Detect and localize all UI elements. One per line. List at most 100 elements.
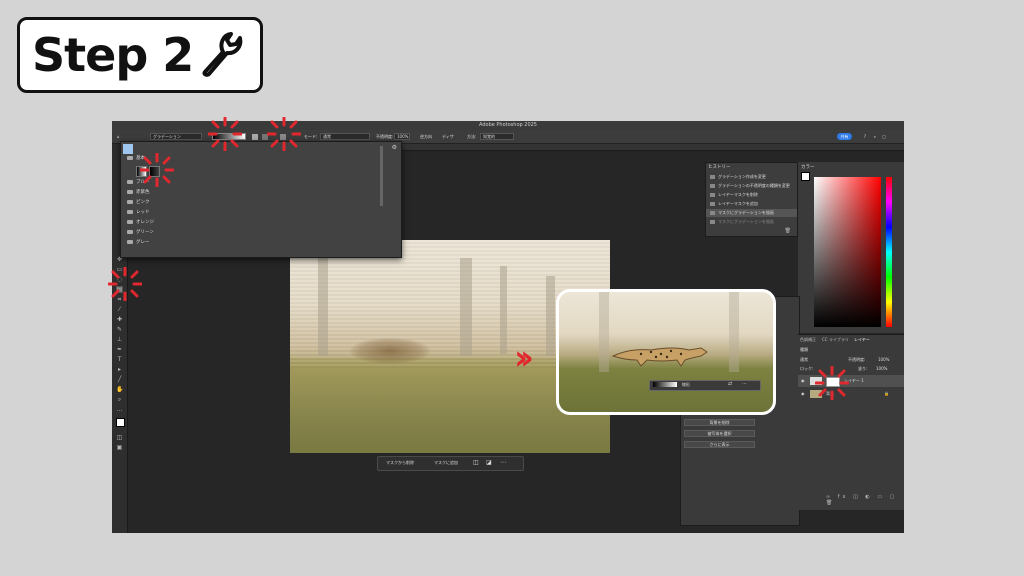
lock-icon: 🔒 bbox=[884, 391, 889, 396]
preset-dropdown[interactable]: グラデーション bbox=[150, 133, 202, 140]
highlight-burst-icon bbox=[208, 117, 242, 151]
fence-post bbox=[500, 266, 507, 354]
layers-panel: 色調補正 CC ライブラリ レイヤー 種類 通常 不透明度: 100% ロック:… bbox=[798, 334, 904, 510]
layer-kind-filter[interactable]: 種類 bbox=[800, 347, 808, 353]
search-icon[interactable]: ⌕ bbox=[874, 133, 876, 140]
eyedropper-tool-icon[interactable]: ⁄ bbox=[116, 306, 123, 313]
method-label: 方法: bbox=[467, 134, 477, 139]
invert-mask-icon[interactable]: ◪ bbox=[486, 459, 492, 466]
healing-tool-icon[interactable]: ✚ bbox=[116, 316, 123, 323]
home-icon[interactable]: ⌂ bbox=[117, 133, 120, 140]
step-badge: Step 2 bbox=[17, 17, 263, 93]
highlight-burst-icon bbox=[267, 117, 301, 151]
share-button[interactable]: 共有 bbox=[837, 133, 852, 140]
layer-opacity-input[interactable]: 100% bbox=[878, 357, 889, 362]
step-label: Step 2 bbox=[32, 28, 194, 82]
folder-pink[interactable]: ピンク bbox=[127, 198, 150, 208]
delete-state-icon[interactable]: 🗑 bbox=[785, 228, 791, 234]
color-picker-field[interactable] bbox=[814, 177, 881, 327]
history-item[interactable]: レイヤーマスクを削除 bbox=[706, 191, 797, 199]
fence-post bbox=[729, 292, 739, 372]
fill-input[interactable]: 100% bbox=[876, 366, 887, 371]
blend-mode-select[interactable]: 通常 bbox=[800, 357, 808, 363]
history-item-undone[interactable]: マスクにグラデーションを描画 bbox=[706, 218, 797, 226]
highlight-burst-icon bbox=[140, 153, 174, 187]
layer-opacity-label: 不透明度: bbox=[848, 357, 866, 362]
color-panel-title: カラー bbox=[801, 165, 815, 170]
layer-row[interactable]: ◉ 背景 🔒 bbox=[798, 388, 904, 400]
zoom-tool-icon[interactable]: ⌕ bbox=[116, 396, 123, 403]
history-title: ヒストリー bbox=[708, 165, 731, 170]
folder-gray[interactable]: グレー bbox=[127, 238, 150, 248]
history-item-selected[interactable]: マスクにグラデーションを描画 bbox=[706, 209, 797, 217]
folder-red[interactable]: レッド bbox=[127, 208, 150, 218]
folder-purple[interactable]: 赤紫色 bbox=[127, 188, 150, 198]
gradient-options-icon[interactable]: ⇄ bbox=[728, 381, 732, 387]
foreground-color-swatch[interactable] bbox=[116, 418, 125, 427]
help-icon[interactable]: ? bbox=[864, 133, 866, 140]
photoshop-window: Adobe Photoshop 2025 ⌂ グラデーション モード: 通常 不… bbox=[112, 121, 904, 533]
zoom-callout: 線形 ⇄ ⋯ bbox=[556, 289, 776, 415]
highlight-burst-icon bbox=[815, 366, 849, 400]
visibility-eye-icon[interactable]: ◉ bbox=[801, 375, 805, 387]
pen-tool-icon[interactable]: ✒ bbox=[116, 346, 123, 353]
type-tool-icon[interactable]: T bbox=[116, 356, 123, 363]
settings-gear-icon[interactable]: ⚙ bbox=[392, 144, 397, 151]
tab-libraries[interactable]: CC ライブラリ bbox=[822, 337, 849, 343]
method-select[interactable]: 知覚的 bbox=[480, 133, 514, 140]
linear-gradient-icon[interactable] bbox=[252, 134, 258, 140]
mode-label: モード: bbox=[304, 134, 318, 139]
reverse-checkbox[interactable]: 逆方向 bbox=[420, 133, 432, 140]
fence-post bbox=[318, 256, 328, 356]
tab-adjustments[interactable]: 色調補正 bbox=[800, 337, 816, 343]
more-options-icon[interactable]: ⋯ bbox=[500, 459, 506, 466]
opacity-input[interactable]: 100% bbox=[394, 133, 410, 140]
history-item[interactable]: グラデーションの不透明度の種類を変更 bbox=[706, 182, 797, 190]
history-item[interactable]: グラデーション作成を変更 bbox=[706, 173, 797, 181]
add-to-mask-button[interactable]: マスクに追加 bbox=[434, 460, 458, 466]
fence-post bbox=[546, 276, 555, 356]
on-canvas-gradient-widget[interactable]: 線形 ⇄ ⋯ bbox=[649, 380, 761, 391]
layer-row[interactable]: ◉ レイヤー 1 bbox=[798, 375, 904, 387]
mask-options-icon[interactable]: ◫ bbox=[473, 459, 479, 466]
hand-tool-icon[interactable]: ✋ bbox=[116, 386, 123, 393]
more-options-icon[interactable]: ⋯ bbox=[742, 381, 747, 387]
select-subject-button[interactable]: 被写体を選択 bbox=[684, 430, 755, 437]
wrench-icon bbox=[199, 28, 245, 82]
remove-background-button[interactable]: 背景を削除 bbox=[684, 419, 755, 426]
fence-post bbox=[460, 258, 472, 356]
opacity-label: 不透明度: bbox=[376, 134, 394, 139]
fence-post bbox=[599, 292, 609, 372]
stamp-tool-icon[interactable]: ⊥ bbox=[116, 336, 123, 343]
dropdown-scrollbar[interactable] bbox=[380, 146, 383, 206]
gradient-mini-swatch[interactable] bbox=[653, 382, 677, 387]
brush-tool-icon[interactable]: ✎ bbox=[116, 326, 123, 333]
layer-actions-bar[interactable]: ∞ fx ◫ ◐ ▭ ▢ 🗑 bbox=[826, 494, 904, 506]
gradient-type-label[interactable]: 線形 bbox=[682, 381, 690, 388]
color-panel: カラー bbox=[798, 162, 904, 333]
folder-green[interactable]: グリーン bbox=[127, 228, 154, 238]
more-tools-icon[interactable]: … bbox=[116, 406, 123, 413]
screen-mode-icon[interactable]: ▣ bbox=[116, 444, 123, 451]
color-swatch[interactable] bbox=[801, 172, 810, 181]
path-select-tool-icon[interactable]: ▸ bbox=[116, 366, 123, 373]
folder-orange[interactable]: オレンジ bbox=[127, 218, 154, 228]
chevron-right-icon: ›› bbox=[514, 338, 534, 378]
blurred-cheetah bbox=[350, 338, 430, 364]
history-panel: ヒストリー グラデーション作成を変更 グラデーションの不透明度の種類を変更 レイ… bbox=[705, 162, 798, 237]
workspace-icon[interactable]: ▢ bbox=[882, 133, 886, 140]
dither-checkbox[interactable]: ディザ bbox=[442, 133, 454, 140]
tab-layers[interactable]: レイヤー bbox=[854, 337, 870, 343]
mode-select[interactable]: 通常 bbox=[320, 133, 370, 140]
cheetah-illustration bbox=[611, 347, 708, 367]
show-more-button[interactable]: さらに表示 bbox=[684, 441, 755, 448]
hue-slider[interactable] bbox=[886, 177, 892, 327]
quick-mask-icon[interactable]: ◫ bbox=[116, 434, 123, 441]
highlight-burst-icon bbox=[108, 267, 142, 301]
visibility-eye-icon[interactable]: ◉ bbox=[801, 388, 805, 400]
lock-label: ロック: bbox=[800, 366, 814, 371]
remove-from-mask-button[interactable]: マスクから削除 bbox=[386, 460, 414, 466]
shape-tool-icon[interactable]: ╱ bbox=[116, 376, 123, 383]
history-item[interactable]: レイヤーマスクを追加 bbox=[706, 200, 797, 208]
preset-thumb bbox=[123, 144, 133, 154]
